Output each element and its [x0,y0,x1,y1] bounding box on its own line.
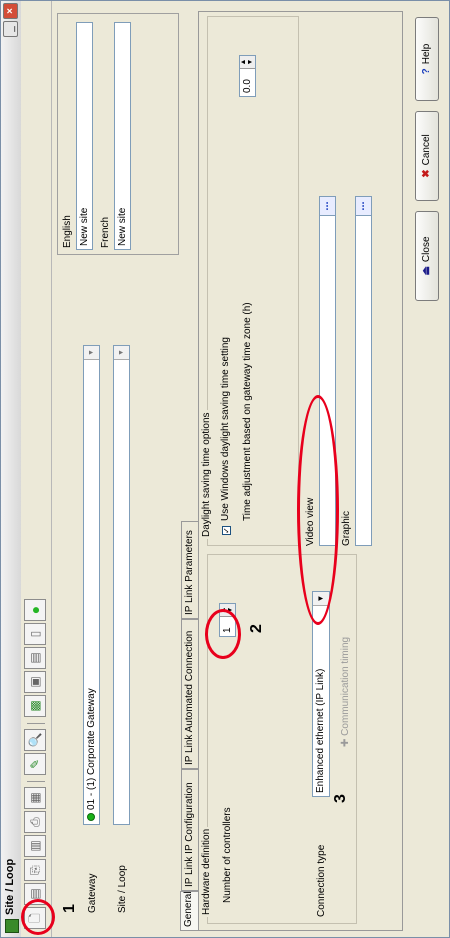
tab-general[interactable]: General [180,891,199,931]
edit-button[interactable]: ✎ [24,753,46,775]
annotation-circle-new-button [21,899,55,935]
exit-icon: ⏏ [421,266,432,276]
device-config-button[interactable]: ▣ [24,671,46,693]
site-name-languages: English New site French New site [57,13,179,255]
controllers-label: Number of controllers [222,807,233,903]
gateway-select[interactable]: 01 - (1) Corporate Gateway ▼ [83,345,100,825]
english-name-value: New site [79,207,90,246]
help-button-label: Help [421,43,432,65]
annotation-number-1: 1 [61,904,78,913]
gateway-label: Gateway [87,873,98,913]
cancel-button[interactable]: ✖ Cancel [415,111,439,201]
online-status-icon: ● [27,605,43,615]
toolbar-separator [27,781,45,782]
communication-timing-label: Communication timing [340,636,351,736]
help-icon: ? [421,68,432,75]
paste-icon: ▥ [28,840,42,852]
communication-timing-link: ✚ Communication timing [340,637,351,747]
copy-button[interactable]: ⎘ [24,859,46,881]
chevron-down-icon: ▼ [114,346,129,360]
tab-ip-link-automated-connection[interactable]: IP Link Automated Connection [181,619,199,769]
dst-checkbox-label: Use Windows daylight saving time setting [220,337,231,521]
network-button[interactable]: ▤ [24,647,46,669]
save-icon: ▤ [28,888,42,900]
window-title: Site / Loop [4,858,16,915]
site-loop-label: Site / Loop [117,865,128,913]
browse-video-button[interactable]: ... [319,197,335,216]
site-loop-window: Site / Loop _ × 🗋 ▤ ⎘ ▥ ⎙ ▦ ✎ 🔍 ▩ ▣ ▤ ▯ … [0,0,450,938]
online-status-button[interactable]: ● [24,599,46,621]
find-icon: 🔍 [28,732,42,748]
panel-button[interactable]: ▯ [24,623,46,645]
app-icon [5,919,19,933]
gateway-status-icon [87,813,96,821]
french-name-value: New site [117,207,128,246]
graphic-input[interactable]: ... [355,196,372,546]
annotation-number-3: 3 [332,794,349,803]
controller-button[interactable]: ▩ [24,695,46,717]
minimize-icon: _ [5,26,16,32]
language-french-label: French [100,216,111,248]
language-english-label: English [62,215,73,248]
daylight-saving-group: Daylight saving time options ✓ Use Windo… [201,16,299,546]
close-button-label: Close [421,236,432,263]
search-icon: ✎ [28,758,42,770]
close-icon: × [5,8,16,14]
copy-icon: ⎘ [28,865,42,875]
time-adjust-label: Time adjustment based on gateway time zo… [242,302,253,521]
hardware-definition-title: Hardware definition [201,826,212,917]
minimize-button[interactable]: _ [3,21,18,37]
help-button[interactable]: ? Help [415,17,439,101]
annotation-circle-connection-type [297,395,339,625]
screenshot-stage: Site / Loop _ × 🗋 ▤ ⎘ ▥ ⎙ ▦ ✎ 🔍 ▩ ▣ ▤ ▯ … [0,0,450,938]
plus-icon: ✚ [340,735,351,747]
checkmark-icon: ✓ [222,527,231,534]
cancel-button-label: Cancel [421,134,432,166]
time-adjust-spinner[interactable]: 0.0 ▲ ▼ [239,55,256,97]
list-icon: ▦ [28,792,42,804]
controller-icon: ▩ [28,700,42,712]
title-bar[interactable]: Site / Loop _ × [1,1,22,937]
annotation-number-2: 2 [248,624,265,633]
graphic-label: Graphic [341,510,352,546]
daylight-saving-title: Daylight saving time options [201,410,212,539]
network-icon: ▤ [28,652,42,664]
gateway-select-value: 01 - (1) Corporate Gateway [86,688,97,810]
find-button[interactable]: 🔍 [24,729,46,751]
toolbar-separator [27,723,45,724]
browse-graphic-button[interactable]: ... [355,197,371,216]
close-window-button[interactable]: × [3,3,18,19]
english-name-input[interactable]: New site [76,22,93,250]
french-name-input[interactable]: New site [114,22,131,250]
annotation-circle-controllers [205,609,241,659]
time-adjust-value: 0.0 [242,79,253,93]
close-button[interactable]: ⏏ Close [415,211,439,301]
dialog-button-bar: ⏏ Close ✖ Cancel ? Help [411,11,443,931]
device-config-icon: ▣ [28,676,42,688]
tab-ip-link-parameters[interactable]: IP Link Parameters [181,521,199,619]
toolbar: 🗋 ▤ ⎘ ▥ ⎙ ▦ ✎ 🔍 ▩ ▣ ▤ ▯ ● [21,1,52,937]
cancel-icon: ✖ [421,169,432,178]
list-button[interactable]: ▦ [24,787,46,809]
spinner-arrows-icon[interactable]: ▲ ▼ [240,56,255,69]
site-loop-select[interactable]: ▼ [113,345,130,825]
connection-type-label: Connection type [316,844,327,917]
print-button[interactable]: ⎙ [24,811,46,833]
hardware-definition-group: Hardware definition Number of controller… [201,554,357,924]
dst-checkbox[interactable]: ✓ [222,526,231,535]
connection-type-value: Enhanced ethernet (IP Link) [315,668,326,793]
print-icon: ⎙ [28,817,42,827]
panel-icon: ▯ [28,630,42,638]
tab-ip-link-ip-configuration[interactable]: IP Link IP Configuration [181,769,199,891]
paste-button[interactable]: ▥ [24,835,46,857]
chevron-down-icon: ▼ [84,346,99,360]
